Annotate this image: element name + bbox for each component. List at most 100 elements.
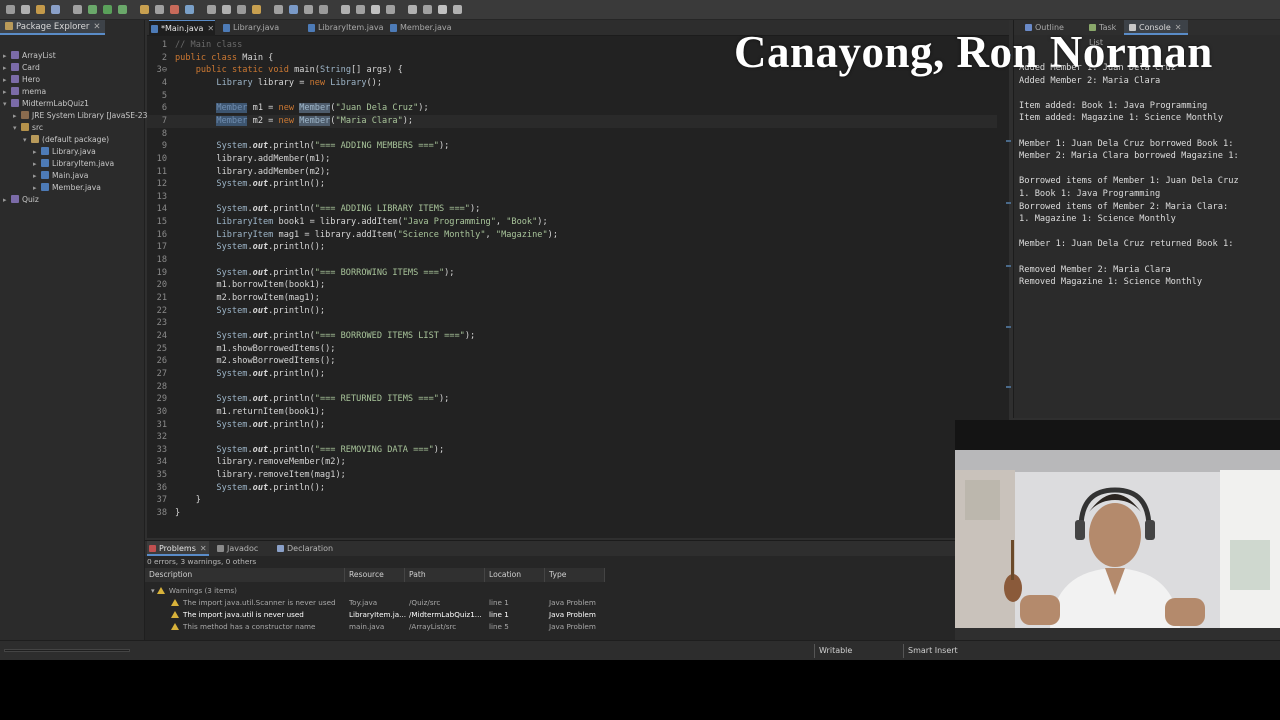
editor-tab[interactable]: *Main.java ✕ (149, 20, 215, 36)
toolbar-button-icon[interactable] (118, 5, 127, 14)
twisty-icon[interactable]: ▸ (33, 158, 41, 170)
twisty-icon[interactable]: ▸ (3, 62, 11, 74)
tree-item[interactable]: ▸ Library.java (33, 146, 96, 158)
code-line[interactable]: 38} (147, 507, 997, 520)
tree-item[interactable]: ▾ src (13, 122, 43, 134)
code-line[interactable]: 10 library.addMember(m1); (147, 153, 997, 166)
tree-item[interactable]: ▾ MidtermLabQuiz1 (3, 98, 89, 110)
toolbar-button-icon[interactable] (237, 5, 246, 14)
code-editor[interactable]: *Main.java ✕ Library.java LibraryItem.java M… (147, 20, 1009, 538)
code-line[interactable]: 9 System.out.println("=== ADDING MEMBERS… (147, 140, 997, 153)
tab-declaration[interactable]: Declaration (275, 541, 345, 556)
code-line[interactable]: 7 Member m2 = new Member("Maria Clara"); (147, 114, 997, 128)
toolbar-button-icon[interactable] (88, 5, 97, 14)
close-icon[interactable]: ✕ (200, 544, 207, 553)
code-line[interactable]: 34 library.removeMember(m2); (147, 456, 997, 469)
toolbar-button-icon[interactable] (6, 5, 15, 14)
toolbar-button-icon[interactable] (36, 5, 45, 14)
toolbar-button-icon[interactable] (319, 5, 328, 14)
code-line[interactable]: 24 System.out.println("=== BORROWED ITEM… (147, 330, 997, 343)
overview-mark[interactable] (1006, 265, 1011, 267)
tree-item[interactable]: ▸ Hero (3, 74, 40, 86)
code-line[interactable]: 16 LibraryItem mag1 = library.addItem("S… (147, 229, 997, 242)
code-line[interactable]: 26 m2.showBorrowedItems(); (147, 355, 997, 368)
toolbar-button-icon[interactable] (408, 5, 417, 14)
tree-item[interactable]: ▸ Member.java (33, 182, 101, 194)
close-icon[interactable]: ✕ (93, 22, 100, 32)
code-line[interactable]: 13 (147, 191, 997, 204)
toolbar-button-icon[interactable] (155, 5, 164, 14)
column-header[interactable]: Description (145, 568, 345, 582)
toolbar-button-icon[interactable] (140, 5, 149, 14)
overview-mark[interactable] (1006, 326, 1011, 328)
toolbar-button-icon[interactable] (185, 5, 194, 14)
code-line[interactable]: 18 (147, 254, 997, 267)
twisty-icon[interactable]: ▸ (13, 110, 21, 122)
code-line[interactable]: 22 System.out.println(); (147, 305, 997, 318)
code-line[interactable]: 27 System.out.println(); (147, 368, 997, 381)
twisty-icon[interactable]: ▾ (3, 98, 11, 110)
overview-mark[interactable] (1006, 140, 1011, 142)
code-line[interactable]: 33 System.out.println("=== REMOVING DATA… (147, 444, 997, 457)
tab-package-explorer[interactable]: Package Explorer ✕ (0, 20, 106, 35)
code-line[interactable]: 25 m1.showBorrowedItems(); (147, 343, 997, 356)
toolbar-button-icon[interactable] (21, 5, 30, 14)
code-line[interactable]: 4 Library library = new Library(); (147, 77, 997, 90)
editor-tab[interactable]: LibraryItem.java (306, 20, 384, 36)
tree-item[interactable]: ▸ Card (3, 62, 40, 74)
code-line[interactable]: 12 System.out.println(); (147, 178, 997, 191)
code-line[interactable]: 15 LibraryItem book1 = library.addItem("… (147, 216, 997, 229)
code-line[interactable]: 20 m1.borrowItem(book1); (147, 279, 997, 292)
tree-item[interactable]: ▸ ArrayList (3, 50, 56, 62)
editor-tab[interactable]: Library.java (221, 20, 299, 36)
tree-item[interactable]: ▸ Quiz (3, 194, 39, 206)
toolbar-button-icon[interactable] (386, 5, 395, 14)
toolbar-button-icon[interactable] (356, 5, 365, 14)
toolbar-button-icon[interactable] (207, 5, 216, 14)
toolbar-button-icon[interactable] (170, 5, 179, 14)
toolbar-button-icon[interactable] (289, 5, 298, 14)
code-line[interactable]: 19 System.out.println("=== BORROWING ITE… (147, 267, 997, 280)
column-header[interactable]: Location (485, 568, 545, 582)
overview-mark[interactable] (1006, 202, 1011, 204)
toolbar-button-icon[interactable] (103, 5, 112, 14)
twisty-icon[interactable]: ▸ (33, 146, 41, 158)
twisty-icon[interactable]: ▸ (33, 182, 41, 194)
code-line[interactable]: 8 (147, 128, 997, 141)
twisty-icon[interactable]: ▾ (23, 134, 31, 146)
code-line[interactable]: 17 System.out.println(); (147, 241, 997, 254)
code-line[interactable]: 29 System.out.println("=== RETURNED ITEM… (147, 393, 997, 406)
code-line[interactable]: 21 m2.borrowItem(mag1); (147, 292, 997, 305)
tree-item[interactable]: ▸ Main.java (33, 170, 88, 182)
tree-item[interactable]: ▸ JRE System Library [JavaSE-23] (13, 110, 150, 122)
tree-item[interactable]: ▸ LibraryItem.java (33, 158, 114, 170)
toolbar-button-icon[interactable] (438, 5, 447, 14)
tree-item[interactable]: ▾ (default package) (23, 134, 109, 146)
toolbar-button-icon[interactable] (274, 5, 283, 14)
code-line[interactable]: 30 m1.returnItem(book1); (147, 406, 997, 419)
toolbar-button-icon[interactable] (423, 5, 432, 14)
code-line[interactable]: 28 (147, 381, 997, 394)
problem-row[interactable]: This method has a constructor name main.j… (145, 621, 755, 633)
twisty-icon[interactable]: ▸ (3, 74, 11, 86)
twisty-icon[interactable]: ▸ (3, 86, 11, 98)
overview-mark[interactable] (1006, 386, 1011, 388)
column-header[interactable]: Path (405, 568, 485, 582)
column-header[interactable]: Resource (345, 568, 405, 582)
twisty-icon[interactable]: ▸ (3, 194, 11, 206)
editor-tab[interactable]: Member.java (388, 20, 454, 36)
code-line[interactable]: 37 } (147, 494, 997, 507)
toolbar-button-icon[interactable] (371, 5, 380, 14)
code-line[interactable]: 31 System.out.println(); (147, 419, 997, 432)
toolbar-button-icon[interactable] (222, 5, 231, 14)
twisty-icon[interactable]: ▸ (33, 170, 41, 182)
code-line[interactable]: 32 (147, 431, 997, 444)
toolbar-button-icon[interactable] (73, 5, 82, 14)
source-code[interactable]: 1 // Main class 2 public class Main {3⊖ pub… (147, 37, 1009, 532)
problem-row[interactable]: The import java.util.Scanner is never us… (145, 597, 755, 609)
column-header[interactable]: Type (545, 568, 605, 582)
toolbar-button-icon[interactable] (341, 5, 350, 14)
toolbar-button-icon[interactable] (51, 5, 60, 14)
toolbar-button-icon[interactable] (453, 5, 462, 14)
tab-javadoc[interactable]: Javadoc (215, 541, 269, 556)
